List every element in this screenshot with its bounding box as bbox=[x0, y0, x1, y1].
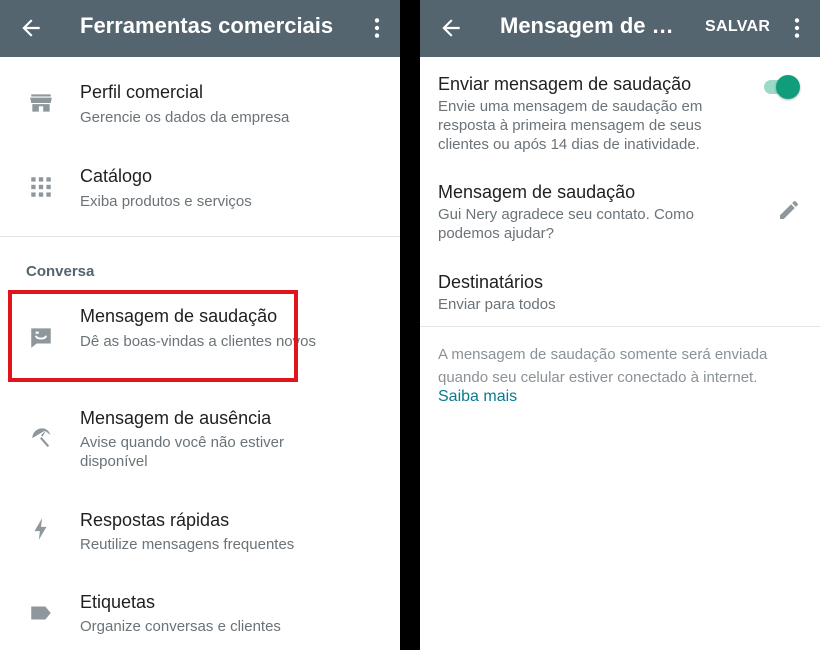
business-tools-screen: Ferramentas comerciais Perfil comercial … bbox=[0, 0, 400, 650]
item-subtitle: Organize conversas e clientes bbox=[80, 618, 281, 635]
section-divider bbox=[0, 236, 400, 237]
recipients-value: Enviar para todos bbox=[438, 296, 556, 313]
setting-title: Enviar mensagem de saudação bbox=[438, 74, 692, 94]
item-title: Etiquetas bbox=[80, 592, 156, 612]
setting-title: Mensagem de saudação bbox=[438, 182, 636, 202]
lightning-bolt-icon bbox=[34, 518, 47, 540]
item-subtitle: Exiba produtos e serviços bbox=[80, 193, 252, 210]
learn-more-link[interactable]: Saiba mais bbox=[438, 388, 517, 406]
more-options-icon[interactable] bbox=[364, 15, 390, 41]
section-label: Conversa bbox=[26, 263, 95, 280]
item-title: Catálogo bbox=[80, 166, 153, 186]
send-greeting-toggle[interactable] bbox=[762, 74, 800, 99]
setting-title: Destinatários bbox=[438, 272, 544, 292]
back-arrow-icon[interactable] bbox=[18, 15, 44, 41]
grid-icon bbox=[31, 177, 51, 197]
item-subtitle: Avise quando você não estiver disponível bbox=[80, 434, 285, 470]
umbrella-icon bbox=[32, 428, 51, 448]
setting-description: Envie uma mensagem de saudação em respos… bbox=[438, 98, 703, 153]
item-subtitle: Gerencie os dados da empresa bbox=[80, 109, 290, 126]
section-divider bbox=[420, 326, 820, 327]
greeting-message-text: Gui Nery agradece seu contato. Como pode… bbox=[438, 206, 694, 242]
list-item-business-profile[interactable]: Perfil comercial Gerencie os dados da em… bbox=[0, 58, 400, 142]
item-title: Perfil comercial bbox=[80, 82, 204, 102]
page-title: Ferramentas comerciais bbox=[80, 13, 334, 38]
save-button[interactable]: SALVAR bbox=[705, 18, 770, 36]
list-item-catalog[interactable]: Catálogo Exiba produtos e serviços bbox=[0, 142, 400, 226]
store-icon bbox=[30, 94, 52, 112]
list-item-labels[interactable]: Etiquetas Organize conversas e clientes bbox=[0, 580, 400, 650]
app-bar: Ferramentas comerciais bbox=[0, 0, 400, 57]
item-subtitle: Reutilize mensagens frequentes bbox=[80, 536, 295, 553]
edit-pencil-icon[interactable] bbox=[777, 198, 801, 222]
label-tag-icon bbox=[31, 606, 51, 620]
list-item-away-message[interactable]: Mensagem de ausência Avise quando você n… bbox=[0, 392, 400, 492]
item-title: Mensagem de ausência bbox=[80, 408, 272, 428]
info-footnote: A mensagem de saudação somente será envi… bbox=[438, 346, 768, 386]
item-title: Respostas rápidas bbox=[80, 510, 230, 530]
highlight-box bbox=[8, 290, 298, 382]
list-item-quick-replies[interactable]: Respostas rápidas Reutilize mensagens fr… bbox=[0, 496, 400, 576]
back-arrow-icon[interactable] bbox=[438, 15, 464, 41]
more-options-icon[interactable] bbox=[784, 15, 810, 41]
page-title: Mensagem de saudação bbox=[500, 13, 680, 38]
greeting-message-screen: Mensagem de saudação SALVAR Enviar mensa… bbox=[420, 0, 820, 650]
toggle-thumb bbox=[776, 75, 800, 99]
app-bar: Mensagem de saudação SALVAR bbox=[420, 0, 820, 57]
